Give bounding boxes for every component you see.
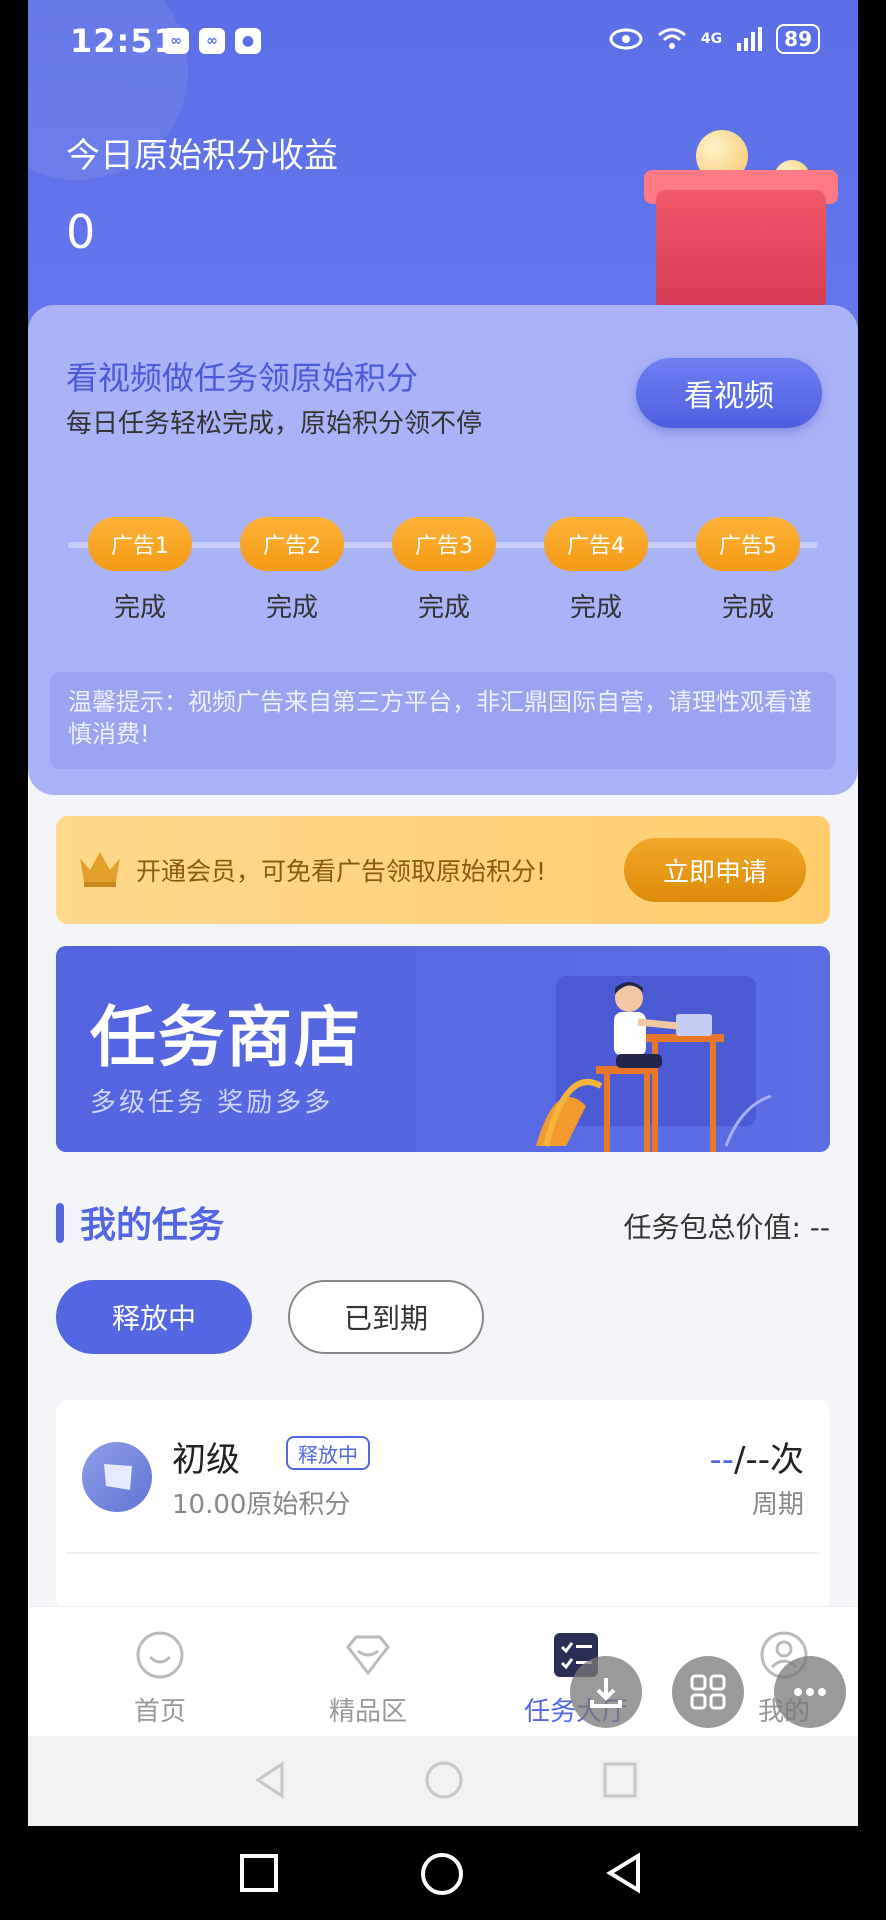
watch-video-button[interactable]: 看视频 bbox=[636, 358, 822, 428]
app-notification-icon: ∞ bbox=[163, 28, 189, 54]
task-status-badge: 释放中 bbox=[286, 1436, 370, 1470]
person-at-desk-illustration bbox=[536, 976, 772, 1152]
nav-label: 精品区 bbox=[328, 1697, 407, 1727]
task-period: 周期 bbox=[751, 1490, 804, 1520]
system-status-icons: 4G 89 bbox=[609, 24, 820, 54]
task-points: 10.00原始积分 bbox=[172, 1490, 351, 1520]
nav-item-home[interactable]: 首页 bbox=[90, 1629, 230, 1728]
ad-step-3[interactable]: 广告3 完成 bbox=[392, 517, 496, 624]
qq-icon: ● bbox=[235, 28, 261, 54]
app-system-nav bbox=[28, 1736, 858, 1826]
apply-now-button[interactable]: 立即申请 bbox=[624, 838, 806, 902]
home-icon[interactable] bbox=[422, 1758, 466, 1802]
video-task-title: 看视频做任务领原始积分 bbox=[66, 359, 419, 397]
app-screen: 12:51 ∞ ∞ ● 4G 89 今日原始积分收益 0 看视频做任务领原始积分… bbox=[28, 0, 858, 1826]
notification-icons: ∞ ∞ ● bbox=[163, 28, 261, 54]
task-shop-banner[interactable]: 任务商店 多级任务 奖励多多 bbox=[56, 946, 830, 1152]
diamond-icon bbox=[346, 1635, 390, 1676]
section-accent-bar bbox=[56, 1203, 64, 1243]
tab-expired[interactable]: 已到期 bbox=[288, 1280, 484, 1354]
task-shop-subtitle: 多级任务 奖励多多 bbox=[90, 1088, 334, 1118]
home-icon[interactable] bbox=[418, 1850, 466, 1898]
ad-step-label: 广告4 bbox=[544, 517, 648, 571]
ad-step-1[interactable]: 广告1 完成 bbox=[88, 517, 192, 624]
device-system-nav bbox=[0, 1826, 886, 1920]
back-icon[interactable] bbox=[250, 1758, 290, 1802]
ad-step-label: 广告2 bbox=[240, 517, 344, 571]
more-dots-icon bbox=[794, 1688, 826, 1696]
ad-step-label: 广告5 bbox=[696, 517, 800, 571]
earnings-value: 0 bbox=[66, 205, 96, 259]
task-pack-total-value: 任务包总价值: -- bbox=[623, 1211, 830, 1244]
ad-step-label: 广告1 bbox=[88, 517, 192, 571]
ad-step-2[interactable]: 广告2 完成 bbox=[240, 517, 344, 624]
ad-step-status: 完成 bbox=[417, 593, 470, 623]
ad-step-status: 完成 bbox=[265, 593, 318, 623]
eye-icon bbox=[609, 28, 643, 50]
warm-tip: 温馨提示：视频广告来自第三方平台，非汇鼎国际自营，请理性观看谨慎消费! bbox=[50, 672, 836, 769]
crown-icon bbox=[80, 852, 120, 887]
battery-level: 89 bbox=[784, 27, 812, 51]
tab-releasing[interactable]: 释放中 bbox=[56, 1280, 252, 1354]
earnings-title: 今日原始积分收益 bbox=[66, 136, 338, 176]
nav-item-boutique[interactable]: 精品区 bbox=[298, 1629, 438, 1728]
recents-icon[interactable] bbox=[236, 1850, 282, 1896]
ad-step-status: 完成 bbox=[721, 593, 774, 623]
smile-icon bbox=[136, 1631, 184, 1679]
video-task-card: 看视频做任务领原始积分 每日任务轻松完成，原始积分领不停 看视频 广告1 完成 … bbox=[28, 305, 858, 795]
ad-step-status: 完成 bbox=[113, 593, 166, 623]
battery-indicator: 89 bbox=[776, 24, 820, 54]
ad-step-status: 完成 bbox=[569, 593, 622, 623]
cellular-signal-icon bbox=[737, 27, 763, 51]
back-icon[interactable] bbox=[602, 1850, 648, 1896]
task-count: --/--次 bbox=[709, 1432, 804, 1481]
app-notification-icon: ∞ bbox=[199, 28, 225, 54]
signal-type: 4G bbox=[700, 31, 723, 47]
vip-banner[interactable]: 开通会员，可免看广告领取原始积分! 立即申请 bbox=[56, 816, 830, 924]
task-level-icon bbox=[82, 1442, 152, 1512]
status-time: 12:51 bbox=[70, 22, 177, 60]
wifi-icon bbox=[657, 28, 686, 49]
flag-icon bbox=[104, 1464, 132, 1490]
more-button[interactable] bbox=[774, 1656, 846, 1728]
earnings-header: 12:51 ∞ ∞ ● 4G 89 今日原始积分收益 0 bbox=[28, 0, 858, 330]
grid-icon bbox=[690, 1674, 726, 1710]
task-count-done: -- bbox=[709, 1440, 734, 1480]
status-bar: 12:51 ∞ ∞ ● 4G 89 bbox=[28, 0, 858, 80]
my-tasks-title: 我的任务 bbox=[80, 1205, 225, 1246]
ad-step-4[interactable]: 广告4 完成 bbox=[544, 517, 648, 624]
download-icon bbox=[590, 1678, 622, 1708]
nav-label: 首页 bbox=[133, 1697, 186, 1727]
task-count-total: /--次 bbox=[734, 1440, 804, 1480]
download-button[interactable] bbox=[570, 1656, 642, 1728]
task-item[interactable]: 初级 释放中 10.00原始积分 --/--次 周期 bbox=[56, 1400, 830, 1610]
task-shop-title: 任务商店 bbox=[90, 999, 362, 1076]
task-name: 初级 bbox=[172, 1440, 240, 1480]
vip-promo-text: 开通会员，可免看广告领取原始积分! bbox=[136, 857, 547, 886]
video-task-subtitle: 每日任务轻松完成，原始积分领不停 bbox=[66, 409, 483, 439]
divider bbox=[66, 1552, 820, 1554]
recents-icon[interactable] bbox=[600, 1758, 640, 1802]
ad-step-5[interactable]: 广告5 完成 bbox=[696, 517, 800, 624]
apps-grid-button[interactable] bbox=[672, 1656, 744, 1728]
gift-body bbox=[656, 190, 826, 310]
gift-box-illustration bbox=[626, 130, 838, 310]
ad-step-label: 广告3 bbox=[392, 517, 496, 571]
